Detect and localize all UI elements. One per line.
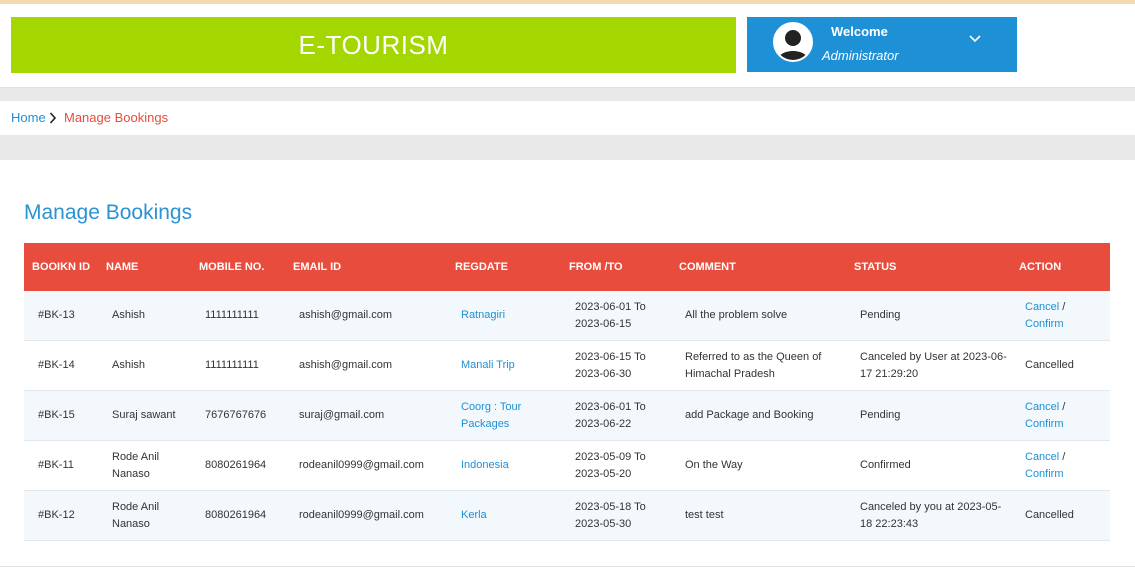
mobile-number: 8080261964 bbox=[191, 440, 285, 491]
site-logo[interactable]: E-TOURISM bbox=[11, 17, 736, 73]
comment: test test bbox=[671, 490, 846, 541]
column-header-name: NAME bbox=[98, 243, 191, 291]
divider-bar bbox=[0, 88, 1135, 101]
package-link[interactable]: Manali Trip bbox=[461, 359, 515, 371]
booking-id: #BK-11 bbox=[24, 440, 98, 491]
header: E-TOURISM Welcome Administrator bbox=[0, 4, 1135, 88]
from-to-dates: 2023-06-01 To 2023-06-15 bbox=[561, 291, 671, 341]
confirm-link[interactable]: Confirm bbox=[1025, 318, 1064, 330]
package-cell: Indonesia bbox=[447, 440, 561, 491]
customer-name: Rode Anil Nanaso bbox=[98, 490, 191, 541]
from-to-dates: 2023-05-09 To 2023-05-20 bbox=[561, 440, 671, 491]
table-row: #BK-15 Suraj sawant 7676767676 suraj@gma… bbox=[24, 390, 1110, 441]
user-menu[interactable]: Welcome Administrator bbox=[747, 17, 1017, 72]
customer-name: Ashish bbox=[98, 291, 191, 341]
status: Confirmed bbox=[846, 440, 1011, 491]
welcome-label: Welcome bbox=[831, 24, 888, 39]
action-separator: / bbox=[1059, 300, 1066, 313]
cancel-link[interactable]: Cancel bbox=[1025, 401, 1059, 413]
action-separator: / bbox=[1059, 450, 1066, 463]
email-id: suraj@gmail.com bbox=[285, 390, 447, 441]
comment: All the problem solve bbox=[671, 291, 846, 341]
action-cell: Cancel / Confirm bbox=[1011, 291, 1110, 341]
customer-name: Ashish bbox=[98, 340, 191, 391]
email-id: rodeanil0999@gmail.com bbox=[285, 490, 447, 541]
action-separator: / bbox=[1059, 400, 1066, 413]
customer-name: Suraj sawant bbox=[98, 390, 191, 441]
breadcrumb-current: Manage Bookings bbox=[64, 110, 169, 125]
user-role: Administrator bbox=[822, 48, 899, 63]
action-status-text: Cancelled bbox=[1011, 340, 1110, 391]
status: Canceled by you at 2023-05-18 22:23:43 bbox=[846, 490, 1011, 541]
package-cell: Coorg : Tour Packages bbox=[447, 390, 561, 441]
table-header-row: BOOIKN ID NAME MOBILE NO. EMAIL ID REGDA… bbox=[24, 243, 1110, 291]
column-header-from-to: FROM /TO bbox=[561, 243, 671, 291]
package-link[interactable]: Indonesia bbox=[461, 459, 509, 471]
action-cell: Cancel / Confirm bbox=[1011, 440, 1110, 491]
user-avatar-icon bbox=[773, 22, 813, 62]
column-header-comment: COMMENT bbox=[671, 243, 846, 291]
breadcrumb: Home Manage Bookings bbox=[0, 101, 1135, 135]
chevron-down-icon[interactable] bbox=[969, 35, 981, 43]
booking-id: #BK-14 bbox=[24, 340, 98, 391]
column-header-status: STATUS bbox=[846, 243, 1011, 291]
column-header-email: EMAIL ID bbox=[285, 243, 447, 291]
mobile-number: 1111111111 bbox=[191, 291, 285, 341]
status: Pending bbox=[846, 390, 1011, 441]
table-row: #BK-12 Rode Anil Nanaso 8080261964 rodea… bbox=[24, 490, 1110, 541]
column-header-mobile: MOBILE NO. bbox=[191, 243, 285, 291]
from-to-dates: 2023-06-15 To 2023-06-30 bbox=[561, 340, 671, 391]
status: Pending bbox=[846, 291, 1011, 341]
confirm-link[interactable]: Confirm bbox=[1025, 418, 1064, 430]
column-header-booking-id: BOOIKN ID bbox=[24, 243, 98, 291]
breadcrumb-home-link[interactable]: Home bbox=[11, 110, 46, 125]
package-cell: Manali Trip bbox=[447, 340, 561, 391]
bookings-table: BOOIKN ID NAME MOBILE NO. EMAIL ID REGDA… bbox=[24, 243, 1110, 541]
mobile-number: 7676767676 bbox=[191, 390, 285, 441]
table-row: #BK-11 Rode Anil Nanaso 8080261964 rodea… bbox=[24, 440, 1110, 491]
package-link[interactable]: Coorg : Tour Packages bbox=[461, 401, 521, 430]
footer-divider bbox=[0, 566, 1135, 567]
status: Canceled by User at 2023-06-17 21:29:20 bbox=[846, 340, 1011, 391]
email-id: ashish@gmail.com bbox=[285, 291, 447, 341]
package-cell: Ratnagiri bbox=[447, 291, 561, 341]
mobile-number: 8080261964 bbox=[191, 490, 285, 541]
action-cell: Cancel / Confirm bbox=[1011, 390, 1110, 441]
action-status-text: Cancelled bbox=[1011, 490, 1110, 541]
booking-id: #BK-15 bbox=[24, 390, 98, 441]
comment: add Package and Booking bbox=[671, 390, 846, 441]
customer-name: Rode Anil Nanaso bbox=[98, 440, 191, 491]
cancel-link[interactable]: Cancel bbox=[1025, 451, 1059, 463]
package-cell: Kerla bbox=[447, 490, 561, 541]
divider-bar bbox=[0, 135, 1135, 160]
booking-id: #BK-12 bbox=[24, 490, 98, 541]
confirm-link[interactable]: Confirm bbox=[1025, 468, 1064, 480]
cancel-link[interactable]: Cancel bbox=[1025, 301, 1059, 313]
comment: On the Way bbox=[671, 440, 846, 491]
table-row: #BK-14 Ashish 1111111111 ashish@gmail.co… bbox=[24, 340, 1110, 391]
email-id: rodeanil0999@gmail.com bbox=[285, 440, 447, 491]
from-to-dates: 2023-06-01 To 2023-06-22 bbox=[561, 390, 671, 441]
package-link[interactable]: Ratnagiri bbox=[461, 309, 505, 321]
package-link[interactable]: Kerla bbox=[461, 509, 487, 521]
from-to-dates: 2023-05-18 To 2023-05-30 bbox=[561, 490, 671, 541]
column-header-action: ACTION bbox=[1011, 243, 1110, 291]
chevron-right-icon bbox=[49, 112, 57, 124]
table-row: #BK-13 Ashish 1111111111 ashish@gmail.co… bbox=[24, 291, 1110, 341]
column-header-regdate: REGDATE bbox=[447, 243, 561, 291]
booking-id: #BK-13 bbox=[24, 291, 98, 341]
page-title: Manage Bookings bbox=[24, 201, 193, 224]
mobile-number: 1111111111 bbox=[191, 340, 285, 391]
email-id: ashish@gmail.com bbox=[285, 340, 447, 391]
comment: Referred to as the Queen of Himachal Pra… bbox=[671, 340, 846, 391]
